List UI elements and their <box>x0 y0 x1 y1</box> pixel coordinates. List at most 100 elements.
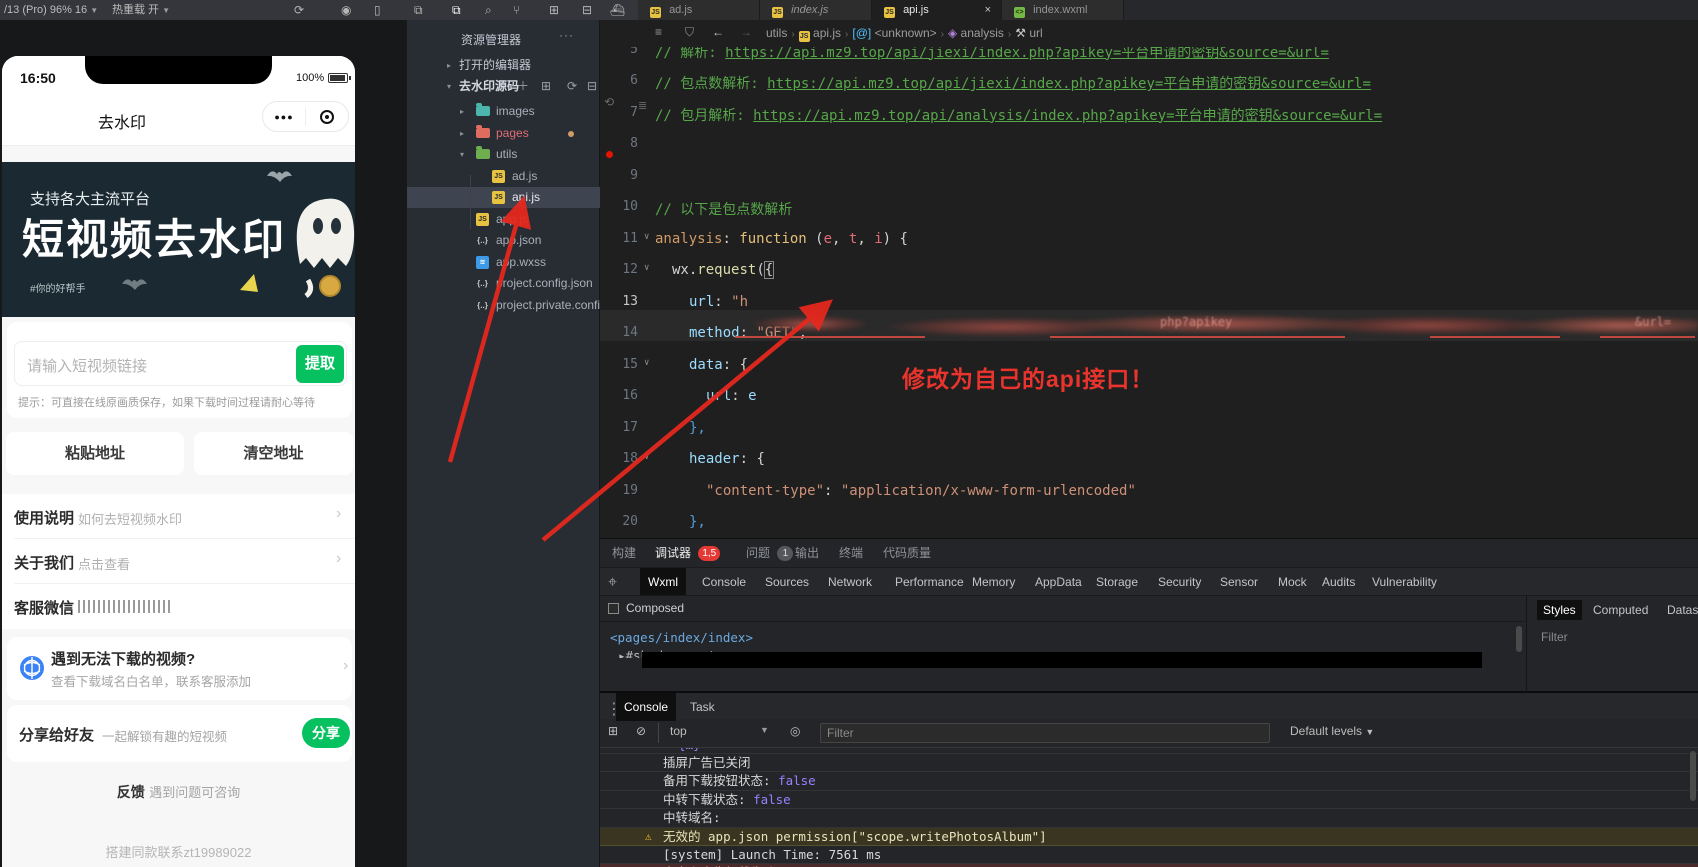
back-icon[interactable]: ← <box>712 25 724 39</box>
log-level-selector[interactable]: Default levels ▼ <box>1290 724 1374 738</box>
context-selector[interactable]: top <box>670 724 687 738</box>
tree-item-project.private.config.js[interactable]: {..} project.private.config.js… <box>407 295 631 316</box>
devtools-tab-mock[interactable]: Mock <box>1278 568 1307 596</box>
devtools-tab-network[interactable]: Network <box>828 568 872 596</box>
console-row[interactable]: [system] Launch Time: 7561 ms <box>600 846 1698 865</box>
tab-styles[interactable]: Styles <box>1537 600 1582 620</box>
help-card[interactable]: 遇到无法下载的视频? 查看下载域名白名单，联系客服添加 › <box>7 637 352 700</box>
devtools-tab-appdata[interactable]: AppData <box>1035 568 1082 596</box>
device-selector[interactable]: /13 (Pro) 96% 16 ▼ <box>4 0 98 20</box>
breadcrumb-item[interactable]: [@] <unknown> <box>852 26 936 40</box>
forward-icon[interactable]: → <box>740 25 752 39</box>
styles-filter[interactable]: Filter <box>1541 630 1568 644</box>
devtools-tab-vulnerability[interactable]: Vulnerability <box>1372 568 1437 596</box>
devtools-tab-console[interactable]: Console <box>702 568 746 596</box>
close-icon[interactable]: × <box>985 0 991 20</box>
menu-item-service-wechat[interactable]: 客服微信 <box>14 597 74 618</box>
feedback-row[interactable]: 反馈 遇到问题可咨询 <box>2 782 355 802</box>
code-editor[interactable]: ≡ ⛉ ← → utils › JS api.js › [@] <unknown> › ◈ … <box>600 20 1698 538</box>
clear-console-icon[interactable]: ⊘ <box>636 724 646 738</box>
git-branch-icon[interactable]: ⑂ <box>513 0 520 20</box>
breadcrumb-item[interactable]: ◈ analysis <box>948 26 1004 40</box>
grid-icon[interactable]: ⊞ <box>549 0 559 20</box>
console-row[interactable]: 中转下载状态: false <box>600 791 1698 810</box>
panel-tab-构建[interactable]: 构建 <box>612 539 636 567</box>
fold-icon[interactable]: ∨ <box>644 452 649 462</box>
menu-item-about[interactable]: 关于我们 <box>14 552 74 573</box>
tab-api.js[interactable]: JS api.js × <box>872 0 1002 20</box>
composed-checkbox[interactable] <box>608 603 619 614</box>
hot-reload-toggle[interactable]: 热重载 开 ▼ <box>112 0 170 20</box>
banner-image[interactable]: 支持各大主流平台 短视频去水印 #你的好帮手 <box>2 162 355 317</box>
tab-index.wxml[interactable]: <> index.wxml <box>1002 0 1124 20</box>
tree-item-pages[interactable]: ▸ pages <box>407 123 600 144</box>
panel-tab-问题[interactable]: 问题 1 <box>746 539 794 567</box>
tree-item-app.json[interactable]: {..} app.json <box>407 230 600 251</box>
breadcrumb-item[interactable]: utils <box>766 26 787 40</box>
console-row[interactable]: ⚠ 无效的 app.json permission["scope.writePho… <box>600 827 1698 846</box>
menu-item-usage[interactable]: 使用说明 <box>14 507 74 528</box>
devtools-tab-sources[interactable]: Sources <box>765 568 809 596</box>
tab-computed[interactable]: Computed <box>1593 600 1648 620</box>
element-node[interactable]: <pages/index/index> <box>610 630 753 645</box>
tree-item-ad.js[interactable]: JS ad.js <box>407 166 600 187</box>
refresh-icon[interactable]: ⟳ <box>567 76 577 97</box>
devtools-tab-performance[interactable]: Performance <box>895 568 964 596</box>
wxml-elements-panel[interactable]: <pages/index/index> ▸#shadow-root <box>600 621 1526 691</box>
outline-icon[interactable]: ≡ <box>655 25 662 39</box>
eye-icon[interactable]: ◎ <box>790 724 800 738</box>
fold-icon[interactable]: ∨ <box>644 358 649 368</box>
panel-tab-终端[interactable]: 终端 <box>839 539 863 567</box>
tree-item-images[interactable]: ▸ images <box>407 101 600 122</box>
panel-tab-调试器[interactable]: 调试器 1,5 <box>655 539 721 567</box>
bookmark-icon[interactable]: ⛉ <box>685 25 694 40</box>
explorer-more-icon[interactable]: ··· <box>559 28 574 42</box>
docker-icon[interactable]: ⛴ <box>610 0 625 20</box>
tree-item-api.js[interactable]: JS api.js <box>407 187 600 208</box>
panel-tab-输出[interactable]: 输出 <box>795 539 819 567</box>
breadcrumb-item[interactable]: JS api.js <box>798 26 841 42</box>
devtools-tab-memory[interactable]: Memory <box>972 568 1015 596</box>
paste-button[interactable]: 粘贴地址 <box>6 432 184 475</box>
collapse-all-icon[interactable]: ⊟ <box>587 76 597 97</box>
extract-button[interactable]: 提取 <box>296 345 344 383</box>
mini-program-capsule[interactable]: ●●● <box>262 101 349 132</box>
panel-tab-代码质量[interactable]: 代码质量 <box>883 539 931 567</box>
tree-item-utils[interactable]: ▾ utils <box>407 144 600 165</box>
tab-console[interactable]: Console <box>616 693 677 721</box>
code-area[interactable]: ⟲ ≣ 5// 解析: https://api.mz9.top/api/jiex… <box>600 47 1698 538</box>
console-filter-input[interactable]: Filter <box>820 723 1270 743</box>
devtools-tab-storage[interactable]: Storage <box>1096 568 1138 596</box>
breadcrumb-item[interactable]: ⚒ url <box>1015 26 1042 40</box>
tab-ad.js[interactable]: JS ad.js <box>638 0 760 20</box>
more-icon[interactable]: ●●● <box>263 112 305 122</box>
phone-icon[interactable]: ▯ <box>374 0 381 20</box>
refresh-icon[interactable]: ⟳ <box>294 0 304 20</box>
windows-icon[interactable]: ⧉ <box>414 0 423 20</box>
console-scrollbar[interactable] <box>1690 751 1696 801</box>
console-log-list[interactable]: ▸ {…}插屏广告已关闭备用下载按钮状态: false中转下载状态: false… <box>600 748 1698 867</box>
share-button[interactable]: 分享 <box>302 718 350 748</box>
console-row[interactable]: 备用下载按钮状态: false <box>600 772 1698 791</box>
tree-item-app.wxss[interactable]: ≋ app.wxss <box>407 252 600 273</box>
tree-item-app.js[interactable]: JS app.js <box>407 209 600 230</box>
layout-icon[interactable]: ⊟ <box>582 0 592 20</box>
fold-icon[interactable]: ∨ <box>644 232 649 242</box>
files-icon[interactable]: ⧉ <box>452 0 461 20</box>
fold-icon[interactable]: ∨ <box>644 263 649 273</box>
console-row[interactable]: 插屏广告已关闭 <box>600 754 1698 773</box>
devtools-tab-sensor[interactable]: Sensor <box>1220 568 1258 596</box>
console-row[interactable]: 中转域名: <box>600 809 1698 828</box>
devtools-tab-wxml[interactable]: Wxml <box>640 568 686 596</box>
tab-index.js[interactable]: JS index.js <box>760 0 872 20</box>
devtools-tab-security[interactable]: Security <box>1158 568 1201 596</box>
record-icon[interactable]: ◉ <box>341 0 351 20</box>
video-link-input[interactable]: 请输入短视频链接 <box>27 355 147 376</box>
new-file-icon[interactable]: ＋ <box>517 76 529 97</box>
clear-button[interactable]: 清空地址 <box>194 432 353 475</box>
project-root-section[interactable]: ▾ 去水印源码 ＋ ⊞ ⟳ ⊟ <box>407 76 600 97</box>
scrollbar[interactable] <box>1516 626 1522 652</box>
open-editors-section[interactable]: ▸ 打开的编辑器 <box>407 55 600 76</box>
tab-datas[interactable]: Datas <box>1667 600 1698 620</box>
devtools-tab-audits[interactable]: Audits <box>1322 568 1355 596</box>
